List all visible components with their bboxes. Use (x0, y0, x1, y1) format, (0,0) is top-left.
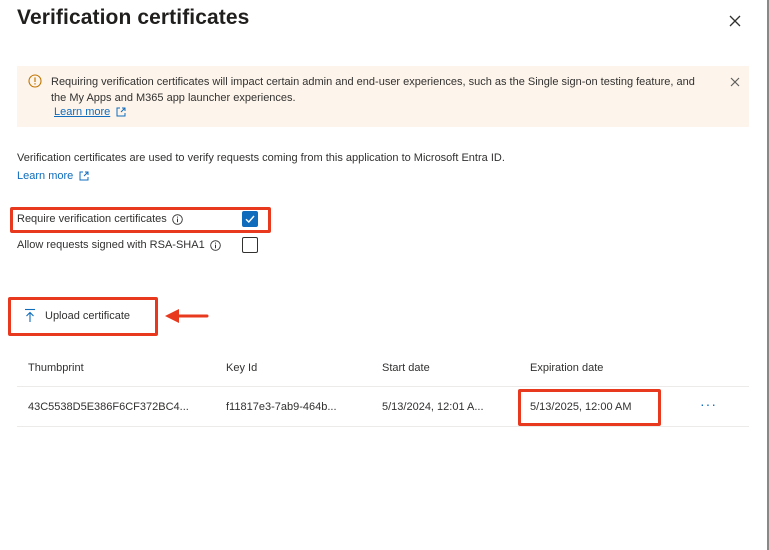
require-certificates-label: Require verification certificates (17, 213, 167, 225)
column-header-key-id: Key Id (226, 362, 258, 374)
warning-icon (28, 74, 42, 88)
learn-more-label: Learn more (17, 170, 74, 182)
arrow-left-icon (165, 309, 209, 323)
external-link-icon (116, 107, 126, 117)
external-link-icon (79, 171, 89, 181)
allow-rsa-sha1-checkbox[interactable] (242, 237, 258, 253)
banner-learn-more-link[interactable]: Learn more (54, 106, 126, 118)
allow-rsa-sha1-label: Allow requests signed with RSA-SHA1 (17, 239, 205, 251)
page-title: Verification certificates (17, 6, 250, 29)
table-divider (17, 386, 749, 387)
row-more-actions-button[interactable]: ··· (700, 396, 717, 412)
cell-thumbprint: 43C5538D5E386F6CF372BC4... (28, 401, 189, 413)
info-icon[interactable] (172, 213, 183, 225)
cell-expiration-date: 5/13/2025, 12:00 AM (530, 401, 632, 413)
close-icon (730, 77, 740, 87)
info-icon[interactable] (209, 239, 221, 251)
allow-rsa-sha1-option: Allow requests signed with RSA-SHA1 (17, 239, 221, 251)
upload-certificate-label: Upload certificate (45, 309, 130, 322)
upload-icon (25, 308, 35, 322)
warning-banner: Requiring verification certificates will… (17, 66, 749, 127)
learn-more-link[interactable]: Learn more (17, 170, 89, 182)
verification-certificates-panel: Verification certificates Requiring veri… (0, 0, 769, 550)
cell-key-id: f11817e3-7ab9-464b... (226, 401, 337, 413)
table-row-divider (17, 426, 749, 427)
close-icon (729, 15, 741, 27)
upload-certificate-button[interactable]: Upload certificate (24, 308, 130, 323)
require-certificates-checkbox[interactable] (242, 211, 258, 227)
description-text: Verification certificates are used to ve… (17, 152, 505, 164)
close-button[interactable] (724, 10, 746, 32)
column-header-expiration-date: Expiration date (530, 362, 604, 374)
cell-start-date: 5/13/2024, 12:01 A... (382, 401, 484, 413)
column-header-start-date: Start date (382, 362, 430, 374)
column-header-thumbprint: Thumbprint (28, 362, 84, 374)
banner-learn-more-label: Learn more (54, 106, 111, 118)
banner-message: Requiring verification certificates will… (51, 76, 695, 104)
require-certificates-option: Require verification certificates (17, 213, 183, 225)
banner-dismiss-button[interactable] (729, 75, 741, 87)
checkmark-icon (245, 215, 255, 224)
